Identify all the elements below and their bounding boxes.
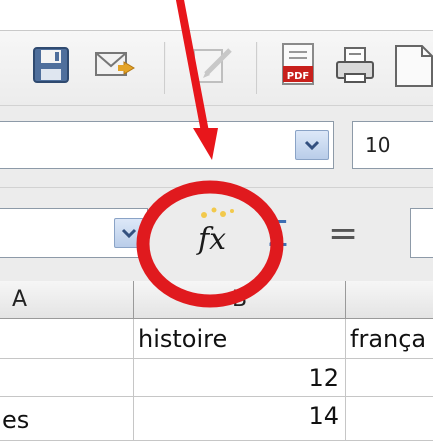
cell-value: frança bbox=[350, 325, 427, 353]
cell-b2[interactable]: 12 bbox=[134, 359, 346, 397]
chevron-down-icon bbox=[304, 140, 320, 151]
function-wizard-label: fx bbox=[196, 222, 226, 257]
sum-button[interactable]: Σ bbox=[264, 208, 300, 260]
cell-b3[interactable]: 14 bbox=[134, 397, 346, 441]
cell-c2[interactable] bbox=[346, 359, 433, 397]
column-header-a[interactable]: A bbox=[0, 281, 134, 319]
page-preview-icon[interactable] bbox=[392, 42, 433, 92]
font-size-field[interactable]: 10 bbox=[352, 121, 433, 169]
cell-value: 14 bbox=[308, 402, 339, 430]
cell-b1[interactable]: histoire bbox=[134, 319, 346, 359]
save-icon[interactable] bbox=[32, 46, 70, 88]
column-header-b[interactable]: B bbox=[134, 281, 346, 319]
font-name-dropdown-button[interactable] bbox=[295, 130, 329, 160]
cell-c1[interactable]: frança bbox=[346, 319, 433, 359]
chevron-down-icon bbox=[121, 228, 137, 239]
toolbar-separator bbox=[164, 42, 166, 94]
toolbar-separator bbox=[256, 42, 258, 94]
cell-a1[interactable] bbox=[0, 319, 134, 359]
edit-file-icon[interactable] bbox=[190, 44, 236, 90]
cell-a2[interactable] bbox=[0, 359, 134, 397]
name-box[interactable] bbox=[0, 208, 148, 258]
name-box-dropdown-button[interactable] bbox=[114, 218, 144, 248]
cell-value: histoire bbox=[138, 325, 228, 353]
column-header-label: B bbox=[231, 287, 248, 312]
font-name-combobox[interactable] bbox=[0, 121, 334, 169]
cell-value: 12 bbox=[308, 364, 339, 392]
column-header-label: A bbox=[12, 287, 28, 312]
spreadsheet-window: PDF 10 fx Σ = A B histoire frança 12 es … bbox=[0, 0, 433, 441]
cell-value: es bbox=[2, 406, 30, 434]
sum-icon: Σ bbox=[266, 214, 289, 255]
column-header-c[interactable] bbox=[346, 281, 433, 319]
export-pdf-icon[interactable]: PDF bbox=[280, 42, 318, 92]
cell-a3[interactable]: es bbox=[0, 397, 134, 441]
cell-c3[interactable] bbox=[346, 397, 433, 441]
print-icon[interactable] bbox=[334, 46, 378, 90]
svg-text:PDF: PDF bbox=[287, 71, 309, 82]
send-email-icon[interactable] bbox=[94, 50, 138, 84]
formula-input-line[interactable] bbox=[410, 208, 433, 258]
function-wizard-button[interactable]: fx bbox=[190, 203, 250, 267]
function-button[interactable]: = bbox=[328, 213, 358, 254]
